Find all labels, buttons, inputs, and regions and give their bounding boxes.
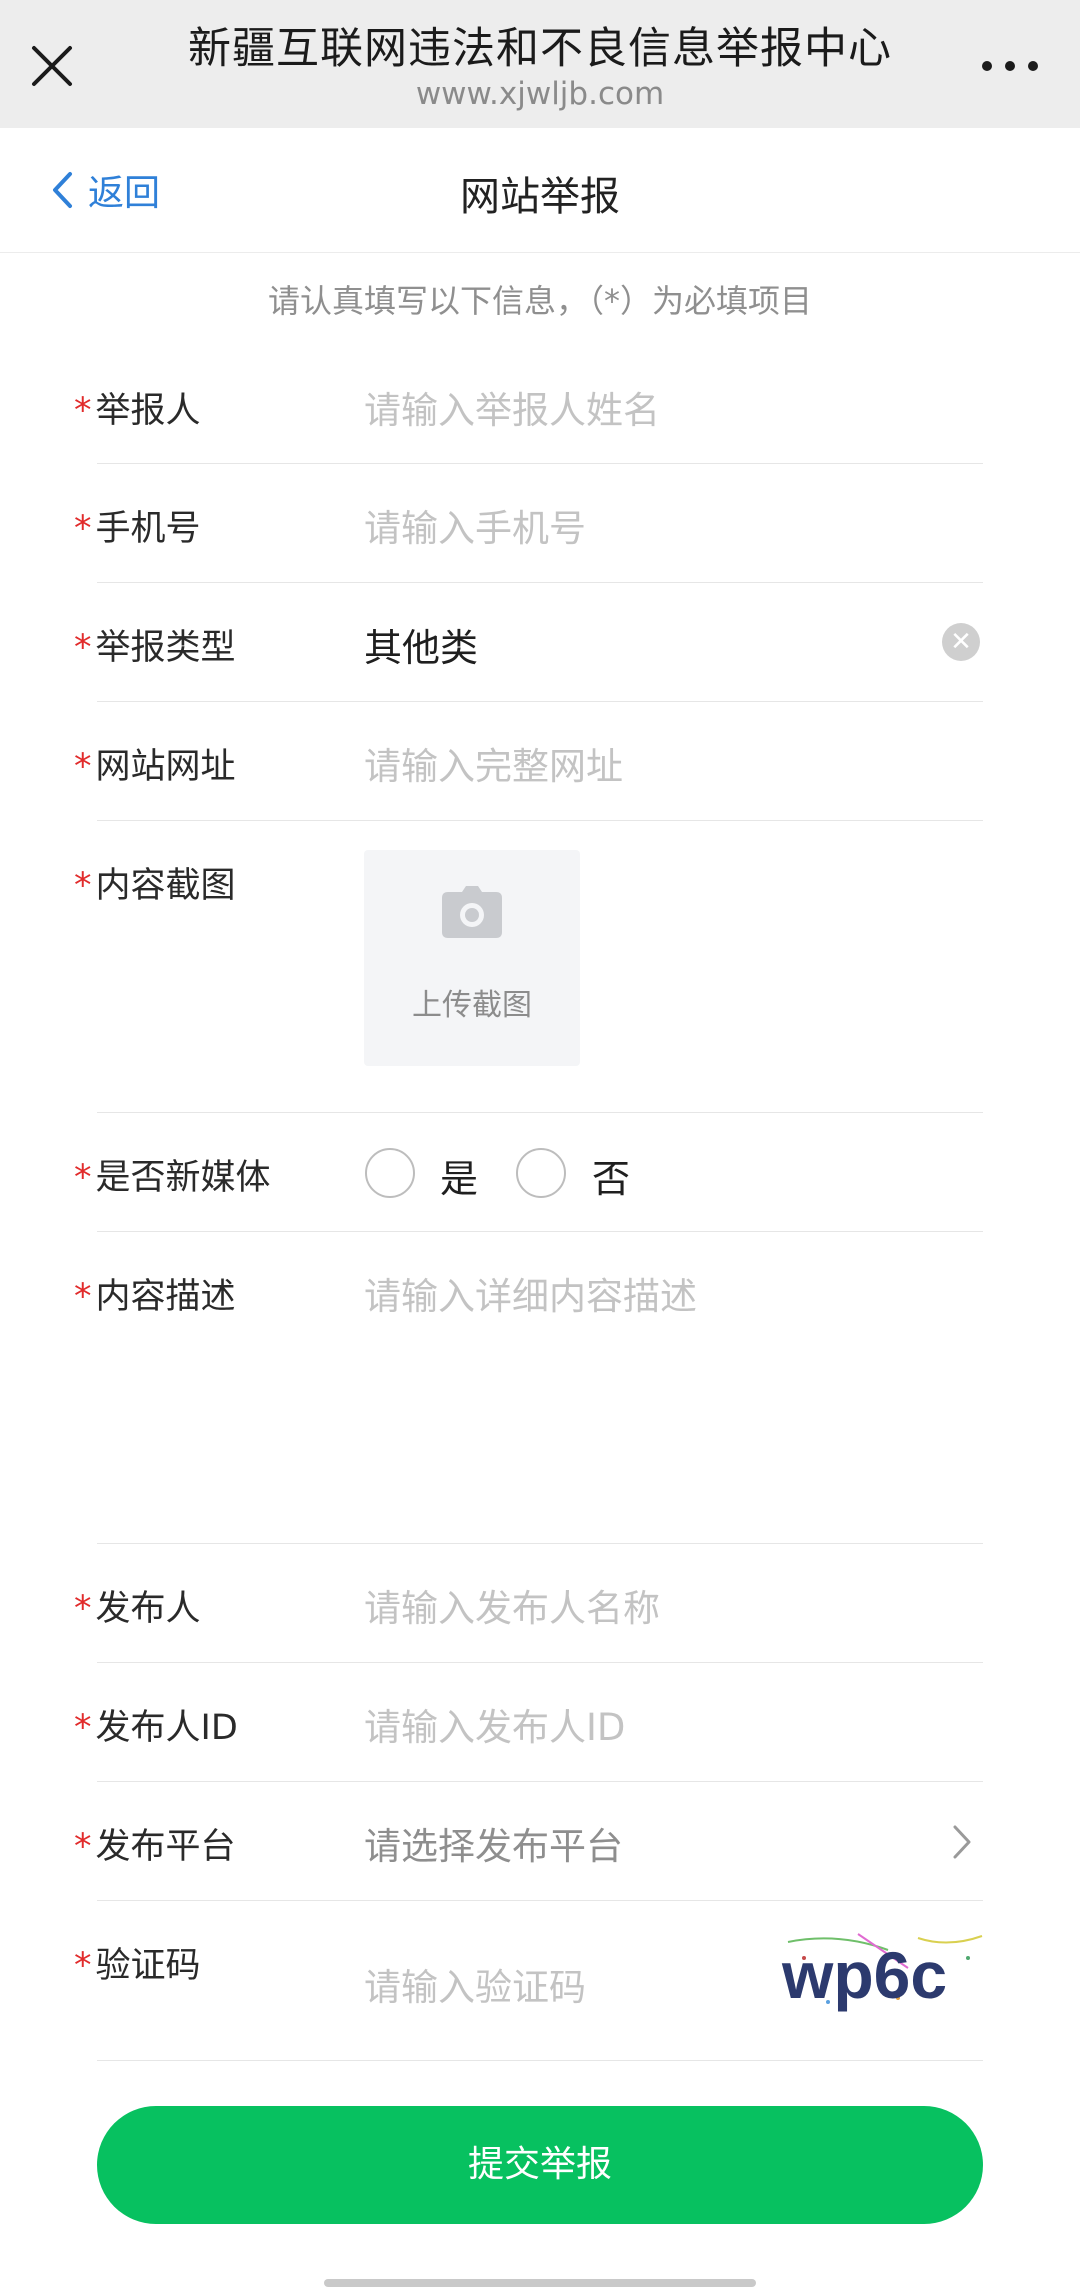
platform-select[interactable]: 请选择发布平台 [364, 1816, 623, 1870]
nav-bar: 返回 网站举报 [0, 128, 1080, 253]
browser-top-bar: 新疆互联网违法和不良信息举报中心 www.xjwljb.com [0, 0, 1080, 128]
field-publisher[interactable]: * 发布人 请输入发布人名称 [0, 1544, 1080, 1663]
field-label: * 是否新媒体 [74, 1158, 271, 1198]
form-hint: 请认真填写以下信息，（*）为必填项目 [267, 282, 812, 320]
description-textarea[interactable]: 请输入详细内容描述 [364, 1266, 697, 1320]
required-mark: * [74, 509, 92, 549]
home-indicator [324, 2279, 756, 2287]
field-report-type[interactable]: * 举报类型 其他类 ✕ [0, 583, 1080, 702]
required-mark: * [74, 866, 92, 906]
required-mark: * [74, 628, 92, 668]
camera-icon [442, 886, 502, 938]
required-mark: * [74, 1277, 92, 1317]
svg-text:wp6c: wp6c [781, 1938, 947, 2012]
field-label: * 发布人 [74, 1589, 201, 1629]
page-title: 网站举报 [460, 174, 620, 220]
upload-screenshot-button[interactable]: 上传截图 [364, 850, 580, 1066]
upload-label: 上传截图 [412, 988, 532, 1023]
field-platform[interactable]: * 发布平台 请选择发布平台 [0, 1782, 1080, 1901]
required-mark: * [74, 391, 92, 431]
field-label: * 手机号 [74, 509, 201, 549]
field-description[interactable]: * 内容描述 请输入详细内容描述 [0, 1232, 1080, 1544]
radio-yes[interactable] [365, 1148, 415, 1198]
window-title: 新疆互联网违法和不良信息举报中心 [188, 24, 892, 74]
website-url-input[interactable]: 请输入完整网址 [364, 736, 623, 790]
field-website-url[interactable]: * 网站网址 请输入完整网址 [0, 702, 1080, 821]
field-label: * 发布平台 [74, 1827, 236, 1867]
field-phone[interactable]: * 手机号 请输入手机号 [0, 464, 1080, 583]
field-label: * 内容描述 [74, 1277, 236, 1317]
field-label: * 举报人 [74, 391, 201, 431]
required-mark: * [74, 1708, 92, 1748]
required-mark: * [74, 747, 92, 787]
radio-no-label[interactable]: 否 [592, 1148, 630, 1203]
chevron-right-icon [953, 1825, 971, 1859]
field-label: * 验证码 [74, 1946, 201, 1986]
field-label: * 发布人ID [74, 1708, 238, 1748]
field-publisher-id[interactable]: * 发布人ID 请输入发布人ID [0, 1663, 1080, 1782]
required-mark: * [74, 1158, 92, 1198]
phone-input[interactable]: 请输入手机号 [364, 498, 586, 552]
required-mark: * [74, 1946, 92, 1986]
publisher-id-input[interactable]: 请输入发布人ID [364, 1697, 625, 1751]
required-mark: * [74, 1827, 92, 1867]
field-reporter[interactable]: * 举报人 请输入举报人姓名 [0, 346, 1080, 464]
submit-report-button[interactable]: 提交举报 [97, 2106, 983, 2224]
radio-no[interactable] [516, 1148, 566, 1198]
captcha-image[interactable]: wp6c [768, 1928, 986, 2014]
field-label: * 内容截图 [74, 866, 236, 906]
more-options-icon[interactable] [982, 58, 1038, 74]
window-url: www.xjwljb.com [415, 76, 665, 112]
report-type-value[interactable]: 其他类 [364, 617, 478, 672]
field-label: * 举报类型 [74, 628, 236, 668]
captcha-input[interactable]: 请输入验证码 [364, 1957, 586, 2011]
radio-yes-label[interactable]: 是 [440, 1148, 478, 1203]
field-label: * 网站网址 [74, 747, 236, 787]
reporter-input[interactable]: 请输入举报人姓名 [364, 380, 660, 434]
required-mark: * [74, 1589, 92, 1629]
clear-icon[interactable]: ✕ [942, 623, 980, 661]
field-new-media: * 是否新媒体 是 否 [0, 1113, 1080, 1232]
publisher-input[interactable]: 请输入发布人名称 [364, 1578, 660, 1632]
